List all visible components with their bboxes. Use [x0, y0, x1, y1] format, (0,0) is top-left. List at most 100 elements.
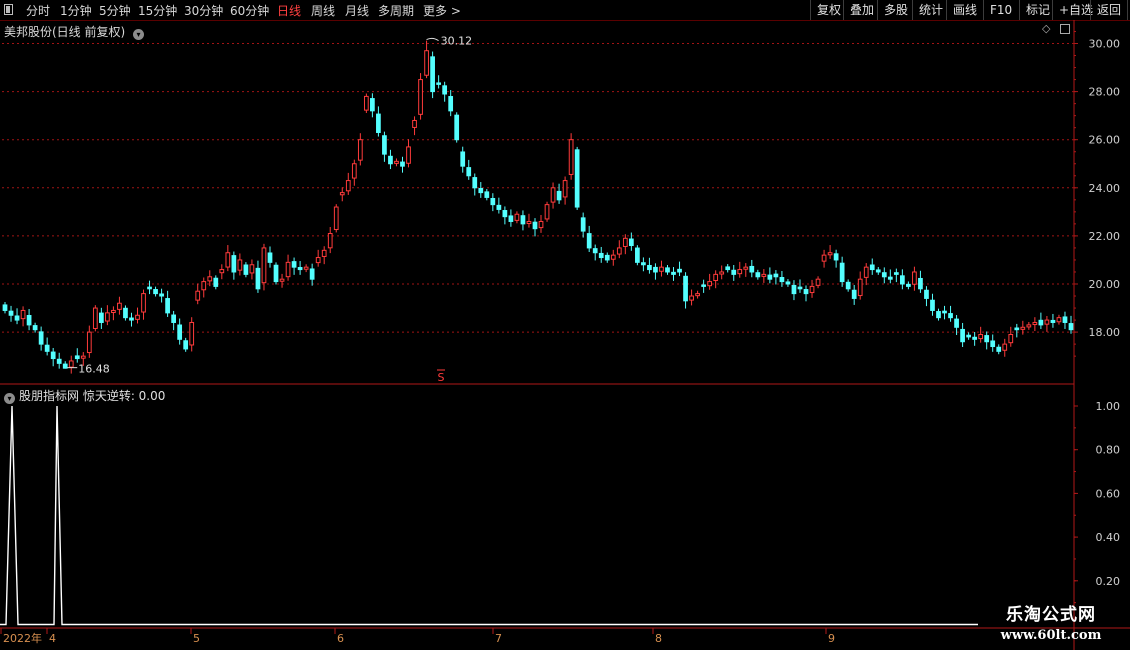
candle-down — [436, 82, 441, 85]
candle-down — [948, 313, 953, 319]
candle-down — [881, 272, 887, 278]
candle-down — [532, 221, 538, 230]
candle-up — [261, 247, 267, 284]
candle-up — [86, 331, 92, 354]
candle-up — [345, 180, 351, 192]
time-tick-label: 2022年 — [3, 631, 42, 645]
low-price-label: 16.48 — [78, 363, 110, 376]
time-tick-label: 4 — [49, 632, 56, 645]
candle-down — [466, 167, 472, 177]
candle-down — [62, 363, 68, 369]
chevron-down-icon[interactable]: ▾ — [4, 393, 15, 404]
candle-down — [2, 304, 8, 311]
indicator-tick-label: 1.00 — [1096, 400, 1121, 413]
candle-down — [653, 266, 658, 273]
candle-up — [1032, 321, 1038, 326]
candle-down — [460, 151, 466, 167]
candle-up — [622, 237, 628, 247]
candle-up — [279, 278, 285, 282]
stock-title: 美邦股份(日线 前复权) — [4, 25, 126, 39]
candle-down — [74, 355, 80, 360]
candle-down — [243, 264, 249, 275]
candle-down — [839, 262, 845, 283]
candle-up — [809, 285, 815, 294]
candle-down — [592, 248, 598, 254]
indicator-line — [0, 405, 978, 626]
candle-down — [484, 191, 490, 198]
price-tick-label: 26.00 — [1089, 134, 1121, 147]
time-tick-label: 7 — [495, 632, 502, 645]
price-tick-label: 20.00 — [1089, 278, 1121, 291]
candle-down — [580, 217, 586, 232]
candle-up — [827, 252, 833, 256]
candle-up — [339, 192, 345, 196]
candle-up — [20, 309, 26, 320]
candle-up — [538, 220, 544, 229]
candle-down — [869, 264, 875, 271]
watermark: 乐淘公式网 www.60lt.com — [982, 604, 1120, 648]
candle-up — [357, 139, 363, 161]
candle-down — [725, 266, 731, 271]
candle-down — [147, 286, 152, 290]
candle-up — [111, 309, 116, 313]
chevron-down-icon[interactable]: ▾ — [133, 29, 145, 40]
candle-down — [382, 135, 387, 155]
candle-up — [105, 312, 110, 322]
candle-up — [1002, 343, 1008, 351]
indicator-tick-label: 0.60 — [1096, 487, 1121, 500]
candle-down — [887, 276, 893, 280]
candle-up — [315, 257, 321, 264]
diamond-icon[interactable]: ◇ — [1042, 22, 1050, 35]
candle-down — [701, 284, 706, 287]
candle-down — [129, 317, 134, 321]
candle-up — [1056, 317, 1062, 323]
candle-down — [942, 310, 947, 314]
candle-up — [743, 266, 749, 270]
candle-down — [165, 298, 170, 314]
candle-down — [1038, 319, 1044, 326]
candle-down — [779, 277, 785, 283]
candle-down — [924, 289, 929, 299]
candle-down — [574, 149, 580, 208]
candle-up — [237, 259, 243, 271]
candle-up — [912, 271, 917, 285]
time-tick-label: 8 — [655, 632, 662, 645]
candle-down — [1050, 319, 1056, 323]
candle-down — [598, 252, 604, 259]
candle-up — [857, 278, 863, 297]
candle-up — [92, 307, 98, 329]
candle-down — [586, 233, 592, 249]
candle-down — [291, 261, 297, 268]
candle-down — [14, 315, 20, 321]
candle-down — [400, 161, 405, 167]
candle-up — [689, 295, 694, 301]
candle-up — [219, 269, 225, 274]
candle-up — [189, 321, 195, 346]
candle-down — [1014, 327, 1020, 331]
candle-down — [123, 307, 128, 319]
candle-up — [526, 220, 532, 225]
candle-up — [562, 180, 568, 198]
candle-down — [496, 204, 502, 210]
candle-up — [412, 119, 417, 128]
candle-up — [610, 254, 616, 260]
panel-layout-icon[interactable] — [1060, 24, 1070, 34]
candle-down — [900, 275, 905, 285]
candle-down — [472, 177, 478, 189]
indicator-tick-label: 0.80 — [1096, 444, 1121, 457]
candle-up — [321, 249, 327, 257]
candle-down — [665, 267, 670, 273]
price-tick-label: 22.00 — [1089, 230, 1121, 243]
candle-down — [430, 56, 435, 93]
time-tick-label: 6 — [337, 632, 344, 645]
sell-signal-marker: S — [438, 371, 445, 384]
candle-down — [773, 273, 779, 278]
candle-up — [550, 187, 556, 203]
candle-down — [26, 315, 32, 326]
candle-down — [767, 274, 773, 280]
candle-up — [117, 302, 122, 310]
candle-down — [171, 314, 176, 323]
candle-up — [424, 50, 429, 76]
candles — [2, 40, 1074, 374]
candle-down — [370, 98, 375, 112]
